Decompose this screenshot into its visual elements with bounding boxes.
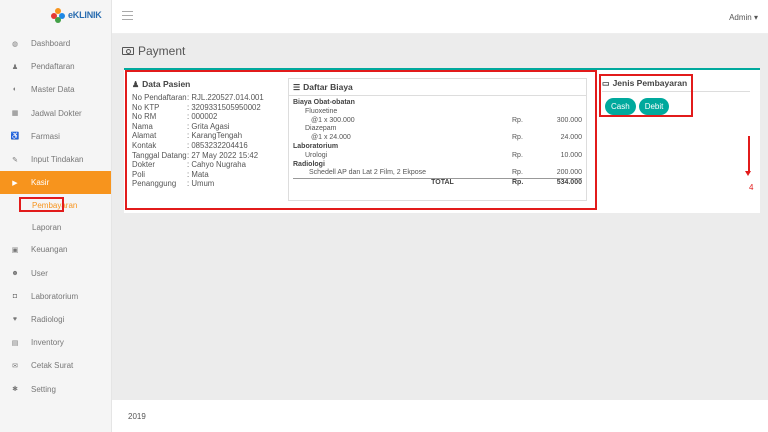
footer: 2019	[112, 400, 768, 432]
sidebar-item-label: Master Data	[31, 85, 75, 95]
user-menu[interactable]: Admin ▾	[729, 13, 758, 22]
sidebar-item-kasir[interactable]: ▶ Kasir	[0, 171, 111, 195]
user-icon: ♟	[11, 63, 19, 71]
annotation-box-details	[125, 70, 597, 210]
wheelchair-icon: ♿	[10, 133, 20, 141]
stethoscope-icon: ✎	[12, 156, 18, 164]
sidebar-item-label: Pendaftaran	[31, 62, 75, 72]
sidebar-item-dashboard[interactable]: ◍ Dashboard	[0, 32, 111, 55]
database-icon: ◐	[12, 86, 18, 94]
sidebar-item-label: Keuangan	[31, 245, 68, 255]
sidebar-item-label: Kasir	[31, 178, 50, 188]
sidebar-item-user[interactable]: ☻ User	[0, 262, 111, 285]
sidebar-item-farmasi[interactable]: ♿ Farmasi	[0, 125, 111, 148]
envelope-icon: ✉	[12, 362, 18, 370]
hamburger-menu-icon[interactable]	[122, 11, 133, 22]
sidebar-item-inventory[interactable]: ▤ Inventory	[0, 331, 111, 354]
sidebar-item-label: Laboratorium	[31, 291, 79, 301]
eklinik-logo-icon	[51, 8, 65, 23]
calendar-icon: ▦	[11, 110, 19, 118]
sidebar-item-pendaftaran[interactable]: ♟ Pendaftaran	[0, 55, 111, 78]
sidebar-subitem-laporan[interactable]: Laporan	[0, 216, 111, 238]
money-icon	[122, 47, 134, 55]
sidebar-item-label: Input Tindakan	[31, 155, 84, 165]
annotation-box-payment	[599, 74, 693, 117]
sidebar-subitem-pembayaran[interactable]: Pembayaran	[0, 194, 111, 216]
cart-icon: ▶	[12, 179, 18, 187]
sidebar-item-label: User	[31, 268, 48, 278]
money-icon: ▣	[11, 246, 19, 254]
brand-logo[interactable]: eKLINIK	[0, 0, 111, 30]
sidebar-item-radiologi[interactable]: ♥ Radiologi	[0, 308, 111, 331]
users-icon: ☻	[11, 269, 19, 277]
flask-icon: ◘	[12, 292, 18, 300]
box-icon: ▤	[11, 339, 19, 347]
sidebar-item-master-data[interactable]: ◐ Master Data	[0, 78, 111, 101]
sidebar-subitem-label: Laporan	[32, 222, 62, 232]
sidebar-item-label: Dashboard	[31, 39, 71, 49]
dashboard-icon: ◍	[11, 40, 19, 48]
annotation-highlight-box	[19, 197, 64, 213]
sidebar-item-cetak-surat[interactable]: ✉ Cetak Surat	[0, 354, 111, 377]
gear-icon: ✱	[12, 386, 18, 394]
page-title: Payment	[122, 44, 185, 58]
main-content: Payment ♟ Data Pasien No Pendaftaran: RJ…	[112, 34, 768, 400]
sidebar: eKLINIK ◍ Dashboard ♟ Pendaftaran ◐ Master …	[0, 0, 112, 432]
sidebar-item-jadwal-dokter[interactable]: ▦ Jadwal Dokter	[0, 102, 111, 125]
sidebar-item-label: Radiologi	[31, 314, 65, 324]
top-bar: Admin ▾	[112, 0, 768, 34]
sidebar-item-laboratorium[interactable]: ◘ Laboratorium	[0, 285, 111, 308]
sidebar-item-label: Inventory	[31, 338, 64, 348]
sidebar-item-input-tindakan[interactable]: ✎ Input Tindakan	[0, 148, 111, 171]
sidebar-item-label: Cetak Surat	[31, 361, 74, 371]
sidebar-item-label: Farmasi	[31, 131, 60, 141]
sidebar-nav: ◍ Dashboard ♟ Pendaftaran ◐ Master Data ▦ Ja…	[0, 32, 111, 401]
sidebar-item-setting[interactable]: ✱ Setting	[0, 377, 111, 400]
sidebar-item-label: Jadwal Dokter	[31, 108, 82, 118]
annotation-arrow-icon	[745, 136, 751, 176]
page-title-text: Payment	[138, 44, 186, 58]
sidebar-item-keuangan[interactable]: ▣ Keuangan	[0, 238, 111, 261]
heart-icon: ♥	[12, 315, 18, 323]
footer-year: 2019	[128, 412, 146, 421]
sidebar-item-label: Setting	[31, 384, 56, 394]
annotation-step-number: 4	[749, 183, 754, 192]
app-name: eKLINIK	[68, 10, 102, 20]
